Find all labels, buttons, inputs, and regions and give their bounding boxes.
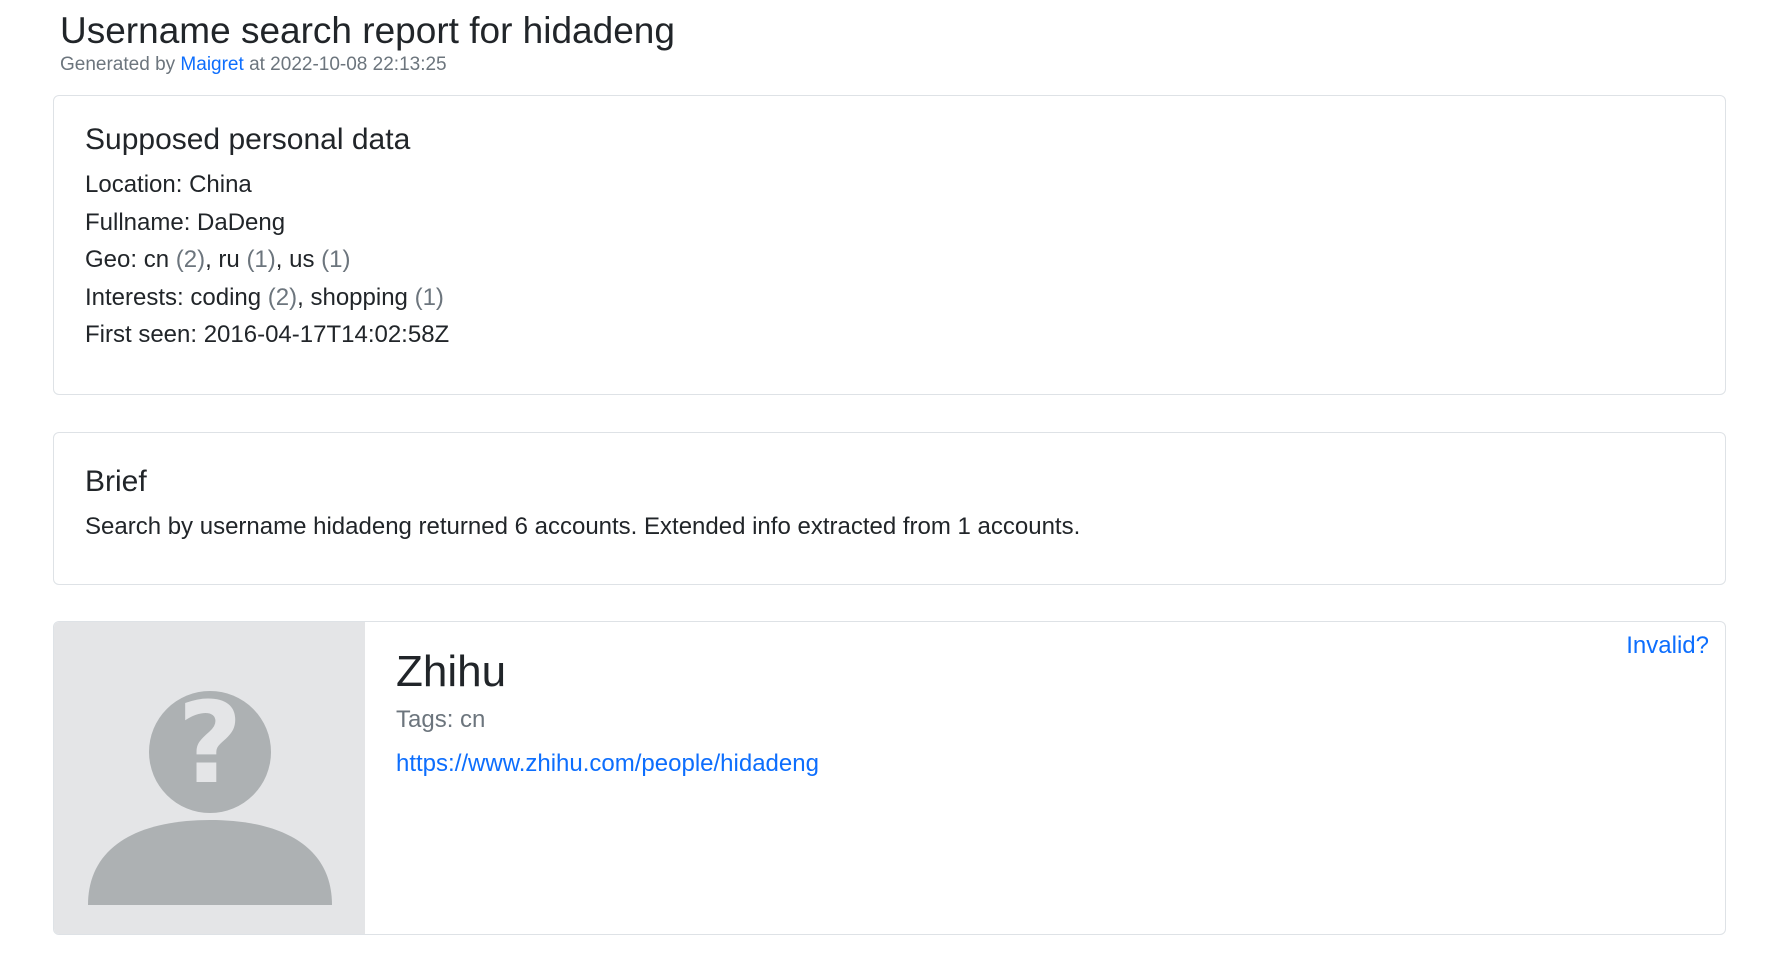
unknown-person-icon: ? [88,679,332,905]
account-card: ? Zhihu Tags: cn https://www.zhihu.com/p… [53,621,1726,935]
interests-label: Interests: [85,283,184,311]
invalid-link[interactable]: Invalid? [1626,628,1709,664]
page-title: Username search report for hidadeng [60,10,675,51]
fullname-line: Fullname: DaDeng [85,208,286,236]
interest-item: coding (2) [190,283,298,311]
geo-label: Geo: [85,246,138,273]
geo-line: Geo: cn (2), ru (1), us (1) [85,246,351,273]
interests-line: Interests: coding (2), shopping (1) [85,283,444,311]
personal-data-title: Supposed personal data [85,123,411,156]
site-name: Zhihu [396,647,507,696]
interest-item: shopping (1) [310,283,444,311]
avatar: ? [54,622,365,934]
account-url-link[interactable]: https://www.zhihu.com/people/hidadeng [396,746,819,782]
brief-text: Search by username hidadeng returned 6 a… [85,513,1081,540]
brief-title: Brief [85,465,147,498]
svg-text:?: ? [178,679,243,809]
generated-timestamp: at 2022-10-08 22:13:25 [249,54,447,75]
account-tags: Tags: cn [396,706,486,733]
geo-item: us (1) [289,246,351,273]
geo-item: cn (2) [143,246,206,273]
report-header: Username search report for hidadeng Gene… [60,6,675,78]
geo-item: ru (1) [218,246,276,273]
location-line: Location: China [85,171,252,198]
brief-card: Brief Search by username hidadeng return… [53,432,1726,585]
generated-prefix: Generated by [60,54,176,75]
maigret-link[interactable]: Maigret [180,54,243,75]
first-seen-line: First seen: 2016-04-17T14:02:58Z [85,321,450,348]
account-details: Zhihu Tags: cn https://www.zhihu.com/peo… [396,646,819,782]
personal-data-card: Supposed personal data Location: China F… [53,95,1726,395]
